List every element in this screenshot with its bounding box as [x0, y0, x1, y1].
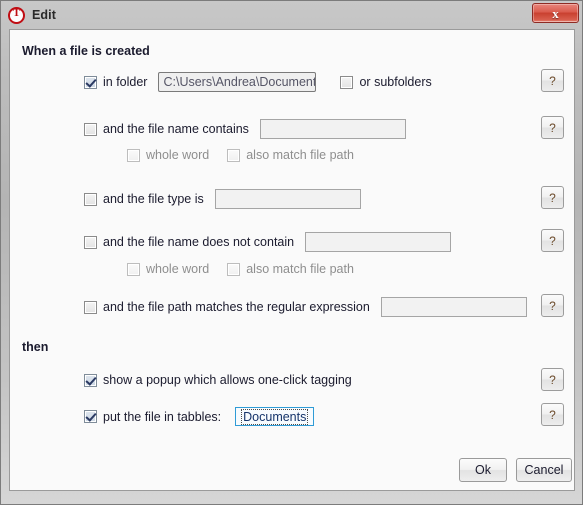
checkbox-or-subfolders[interactable] [340, 75, 354, 89]
question-mark-icon: ? [549, 407, 556, 422]
help-button-put-in-tabbles[interactable]: ? [541, 403, 564, 426]
checkbox-in-folder[interactable] [84, 75, 97, 89]
question-mark-icon: ? [549, 73, 556, 88]
label-regex: and the file path matches the regular ex… [103, 300, 370, 314]
help-button-show-popup[interactable]: ? [541, 368, 564, 391]
question-mark-icon: ? [549, 120, 556, 135]
checkbox-whole-word-contains[interactable] [127, 148, 140, 162]
checkbox-name-not-contains[interactable] [84, 235, 97, 249]
suboptions-name-contains: whole word also match file path [127, 148, 354, 162]
help-button-regex[interactable]: ? [541, 294, 564, 317]
label-show-popup: show a popup which allows one-click tagg… [103, 373, 352, 387]
label-name-contains: and the file name contains [103, 122, 249, 136]
checkbox-also-match-path-contains[interactable] [227, 148, 241, 162]
label-in-folder: in folder [103, 75, 148, 89]
label-name-not-contains: and the file name does not contain [103, 235, 295, 249]
title-bar: Edit x [1, 1, 582, 29]
help-button-file-type[interactable]: ? [541, 186, 564, 209]
close-button[interactable]: x [532, 3, 579, 23]
question-mark-icon: ? [549, 190, 556, 205]
input-regex[interactable] [380, 297, 527, 317]
checkbox-whole-word-not-contains[interactable] [127, 262, 140, 276]
input-name-contains[interactable] [259, 119, 406, 139]
action-row-put-in-tabbles: put the file in tabbles: Documents [84, 407, 315, 426]
help-button-name-not-contains[interactable]: ? [541, 229, 564, 252]
label-file-type: and the file type is [103, 192, 204, 206]
input-file-type[interactable] [214, 189, 361, 209]
window-title: Edit [32, 8, 57, 22]
label-or-subfolders: or subfolders [359, 75, 432, 89]
cancel-button[interactable]: Cancel [516, 458, 572, 482]
rule-row-regex: and the file path matches the regular ex… [84, 297, 527, 317]
label-also-match-path-contains: also match file path [246, 148, 354, 162]
checkbox-show-popup[interactable] [84, 373, 97, 387]
checkbox-also-match-path-not-contains[interactable] [227, 262, 241, 276]
checkbox-put-in-tabbles[interactable] [84, 410, 97, 423]
content-panel: When a file is created in folder C:\User… [9, 29, 575, 491]
tabble-tag-button[interactable]: Documents [235, 407, 315, 426]
input-name-not-contains[interactable] [305, 232, 452, 252]
edit-rule-window: Edit x When a file is created in folder … [0, 0, 583, 505]
rule-row-name-contains: and the file name contains [84, 119, 406, 139]
action-row-show-popup: show a popup which allows one-click tagg… [84, 373, 352, 387]
rule-row-file-type: and the file type is [84, 189, 361, 209]
help-button-name-contains[interactable]: ? [541, 116, 564, 139]
rule-row-name-not-contains: and the file name does not contain [84, 232, 452, 252]
then-section-heading: then [22, 340, 49, 354]
checkbox-file-type[interactable] [84, 192, 97, 206]
close-icon: x [552, 5, 559, 21]
ok-button[interactable]: Ok [459, 458, 507, 482]
suboptions-name-not-contains: whole word also match file path [127, 262, 354, 276]
label-whole-word-not-contains: whole word [146, 262, 210, 276]
label-whole-word-contains: whole word [146, 148, 210, 162]
label-put-in-tabbles: put the file in tabbles: [103, 409, 222, 424]
label-also-match-path-not-contains: also match file path [246, 262, 354, 276]
when-section-heading: When a file is created [22, 44, 150, 58]
question-mark-icon: ? [549, 298, 556, 313]
checkbox-regex[interactable] [84, 300, 97, 314]
tabble-tag-label: Documents [241, 408, 309, 425]
checkbox-name-contains[interactable] [84, 122, 97, 136]
rule-row-in-folder: in folder C:\Users\Andrea\Documents or s… [84, 72, 432, 92]
help-button-in-folder[interactable]: ? [541, 69, 564, 92]
input-folder-path[interactable]: C:\Users\Andrea\Documents [158, 72, 317, 92]
question-mark-icon: ? [549, 233, 556, 248]
tabbles-app-icon [8, 6, 25, 24]
question-mark-icon: ? [549, 372, 556, 387]
